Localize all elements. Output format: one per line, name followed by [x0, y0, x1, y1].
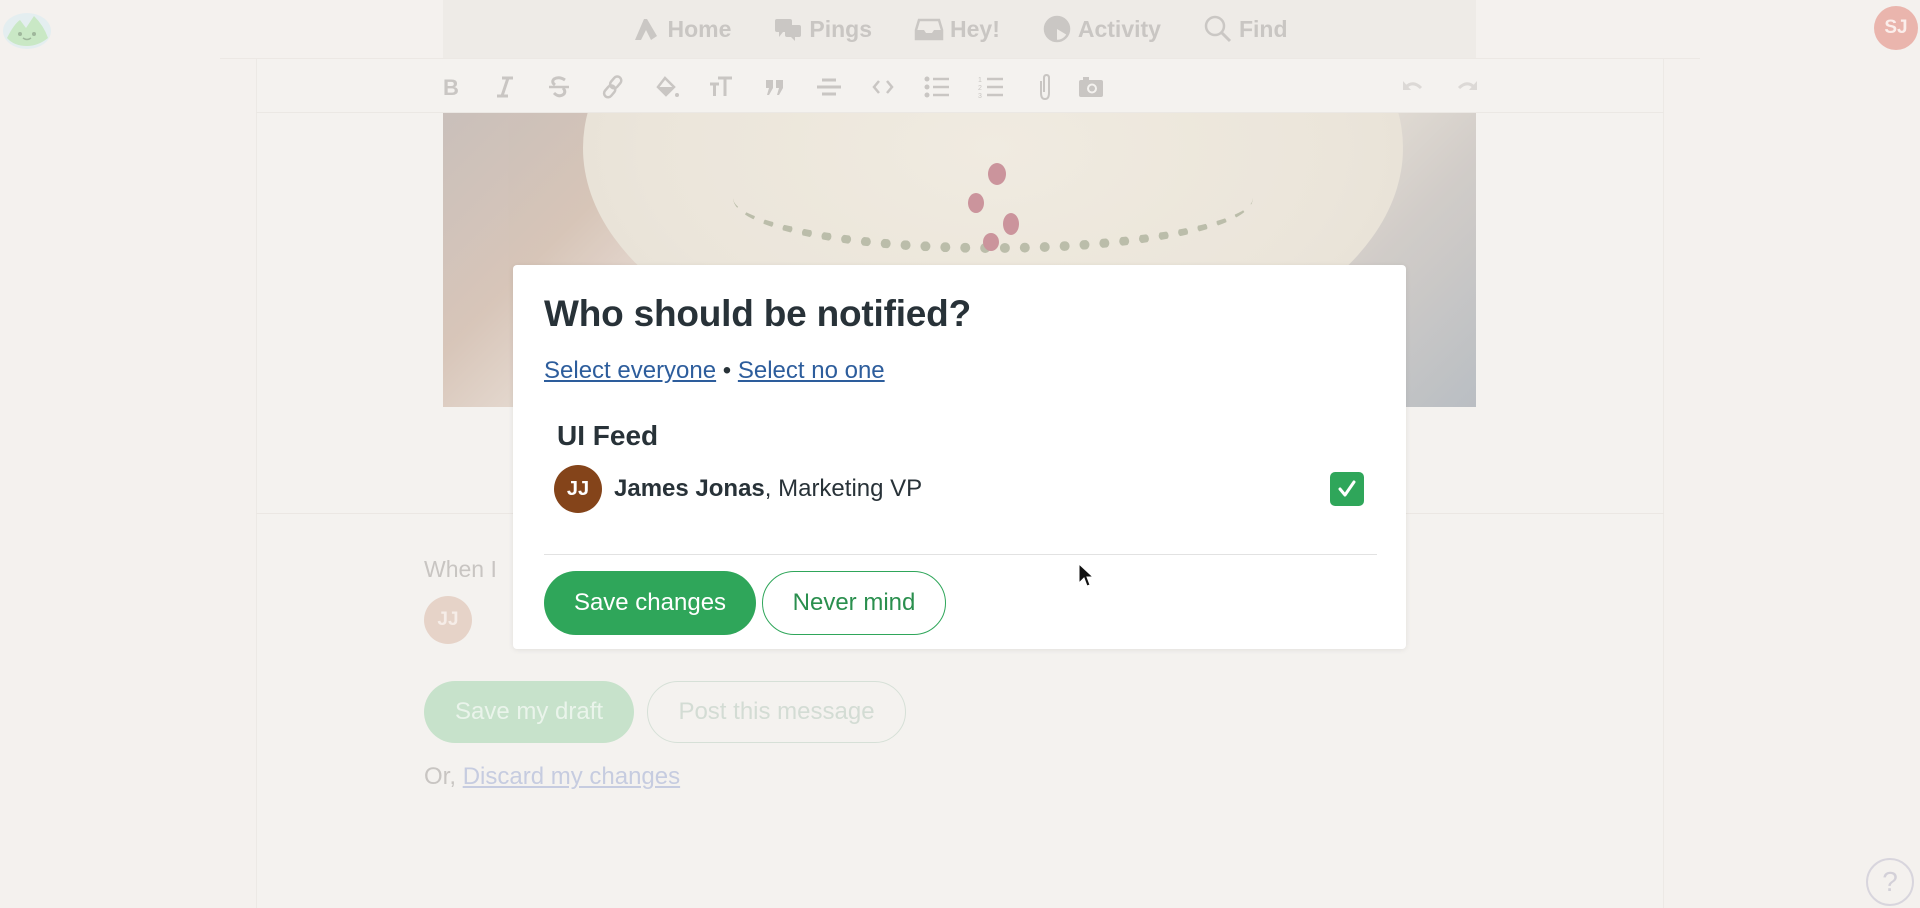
activity-icon — [1043, 15, 1071, 43]
person-name: James Jonas — [614, 475, 765, 502]
horizontal-rule-button[interactable] — [813, 71, 845, 103]
modal-divider — [544, 554, 1377, 555]
notify-modal: Who should be notified? Select everyone … — [513, 265, 1406, 649]
select-links: Select everyone • Select no one — [544, 357, 885, 385]
heading-button[interactable] — [705, 71, 737, 103]
person-avatar: JJ — [554, 465, 602, 513]
nav-hey[interactable]: Hey! — [914, 14, 1000, 44]
photo-berry — [1003, 213, 1019, 235]
section-title: UI Feed — [557, 420, 659, 451]
basecamp-logo-icon — [3, 13, 51, 49]
nav-pings-label: Pings — [809, 15, 873, 42]
quote-button[interactable] — [759, 71, 791, 103]
nav-activity[interactable]: Activity — [1042, 14, 1161, 44]
paperclip-icon — [1040, 73, 1050, 101]
camera-icon — [1079, 77, 1103, 97]
nav-home[interactable]: Home — [631, 14, 731, 44]
link-separator: • — [722, 357, 732, 384]
help-icon: ? — [1882, 866, 1898, 897]
discard-line: Or, Discard my changes — [424, 763, 680, 791]
never-mind-button[interactable]: Never mind — [762, 571, 946, 635]
nav-find-label: Find — [1238, 15, 1288, 42]
numbered-list-button[interactable]: 123 — [975, 71, 1007, 103]
select-everyone-link[interactable]: Select everyone — [544, 357, 716, 384]
post-message-button[interactable]: Post this message — [647, 681, 906, 743]
bold-button[interactable]: B — [435, 71, 467, 103]
nav-home-label: Home — [667, 15, 732, 42]
svg-text:2: 2 — [978, 85, 982, 92]
select-no-one-link[interactable]: Select no one — [738, 357, 885, 384]
help-button[interactable]: ? — [1866, 858, 1914, 906]
photo-berry — [968, 193, 984, 213]
formatting-toolbar: B 123 — [256, 59, 1664, 113]
numbered-list-icon: 123 — [978, 77, 1003, 100]
text-size-icon — [710, 76, 732, 96]
code-button[interactable] — [867, 71, 899, 103]
notify-summary-text: When I — [424, 556, 497, 582]
person-role: , Marketing VP — [764, 475, 923, 502]
mouse-cursor-icon — [1078, 563, 1094, 587]
nav-pings[interactable]: Pings — [773, 14, 872, 44]
modal-title: Who should be notified? — [544, 293, 971, 334]
bold-icon: B — [443, 75, 459, 100]
logo[interactable] — [2, 6, 52, 50]
strikethrough-icon — [549, 76, 569, 98]
horizontal-rule-icon — [817, 78, 841, 96]
subscriber-avatar: JJ — [424, 596, 472, 644]
paint-bucket-icon — [656, 76, 679, 97]
person-label: James Jonas, Marketing VP — [614, 475, 922, 503]
save-changes-button[interactable]: Save changes — [544, 571, 756, 635]
attach-button[interactable] — [1029, 71, 1061, 103]
strikethrough-button[interactable] — [543, 71, 575, 103]
discard-changes-link[interactable]: Discard my changes — [463, 763, 680, 790]
svg-text:B: B — [443, 75, 459, 100]
italic-button[interactable] — [489, 71, 521, 103]
italic-icon — [497, 76, 513, 98]
link-button[interactable] — [597, 71, 629, 103]
checkmark-icon — [1338, 480, 1356, 497]
quote-icon — [766, 80, 783, 95]
person-checkbox[interactable] — [1330, 472, 1364, 506]
svg-text:3: 3 — [978, 93, 982, 100]
nav-hey-label: Hey! — [950, 15, 1000, 42]
bullet-list-button[interactable] — [921, 71, 953, 103]
top-navigation: Home Pings Hey! Activity Find — [443, 0, 1476, 58]
code-icon — [872, 80, 894, 94]
redo-button[interactable] — [1451, 71, 1483, 103]
redo-icon — [1457, 81, 1477, 90]
image-button[interactable] — [1075, 71, 1107, 103]
save-draft-button[interactable]: Save my draft — [424, 681, 634, 743]
svg-text:1: 1 — [978, 77, 982, 84]
user-avatar[interactable]: SJ — [1874, 6, 1918, 50]
photo-berry — [983, 233, 999, 251]
link-icon — [602, 75, 623, 99]
undo-icon — [1403, 81, 1423, 90]
nav-find[interactable]: Find — [1203, 14, 1288, 44]
or-text: Or, — [424, 763, 457, 790]
pings-icon — [775, 19, 802, 41]
home-icon — [635, 19, 658, 40]
highlight-button[interactable] — [651, 71, 683, 103]
inbox-icon — [914, 18, 944, 41]
search-icon — [1204, 15, 1232, 43]
undo-button[interactable] — [1397, 71, 1429, 103]
bullet-list-icon — [924, 76, 949, 98]
photo-berry — [988, 163, 1006, 185]
person-row[interactable]: JJ James Jonas, Marketing VP — [554, 464, 1364, 514]
nav-activity-label: Activity — [1077, 15, 1161, 42]
